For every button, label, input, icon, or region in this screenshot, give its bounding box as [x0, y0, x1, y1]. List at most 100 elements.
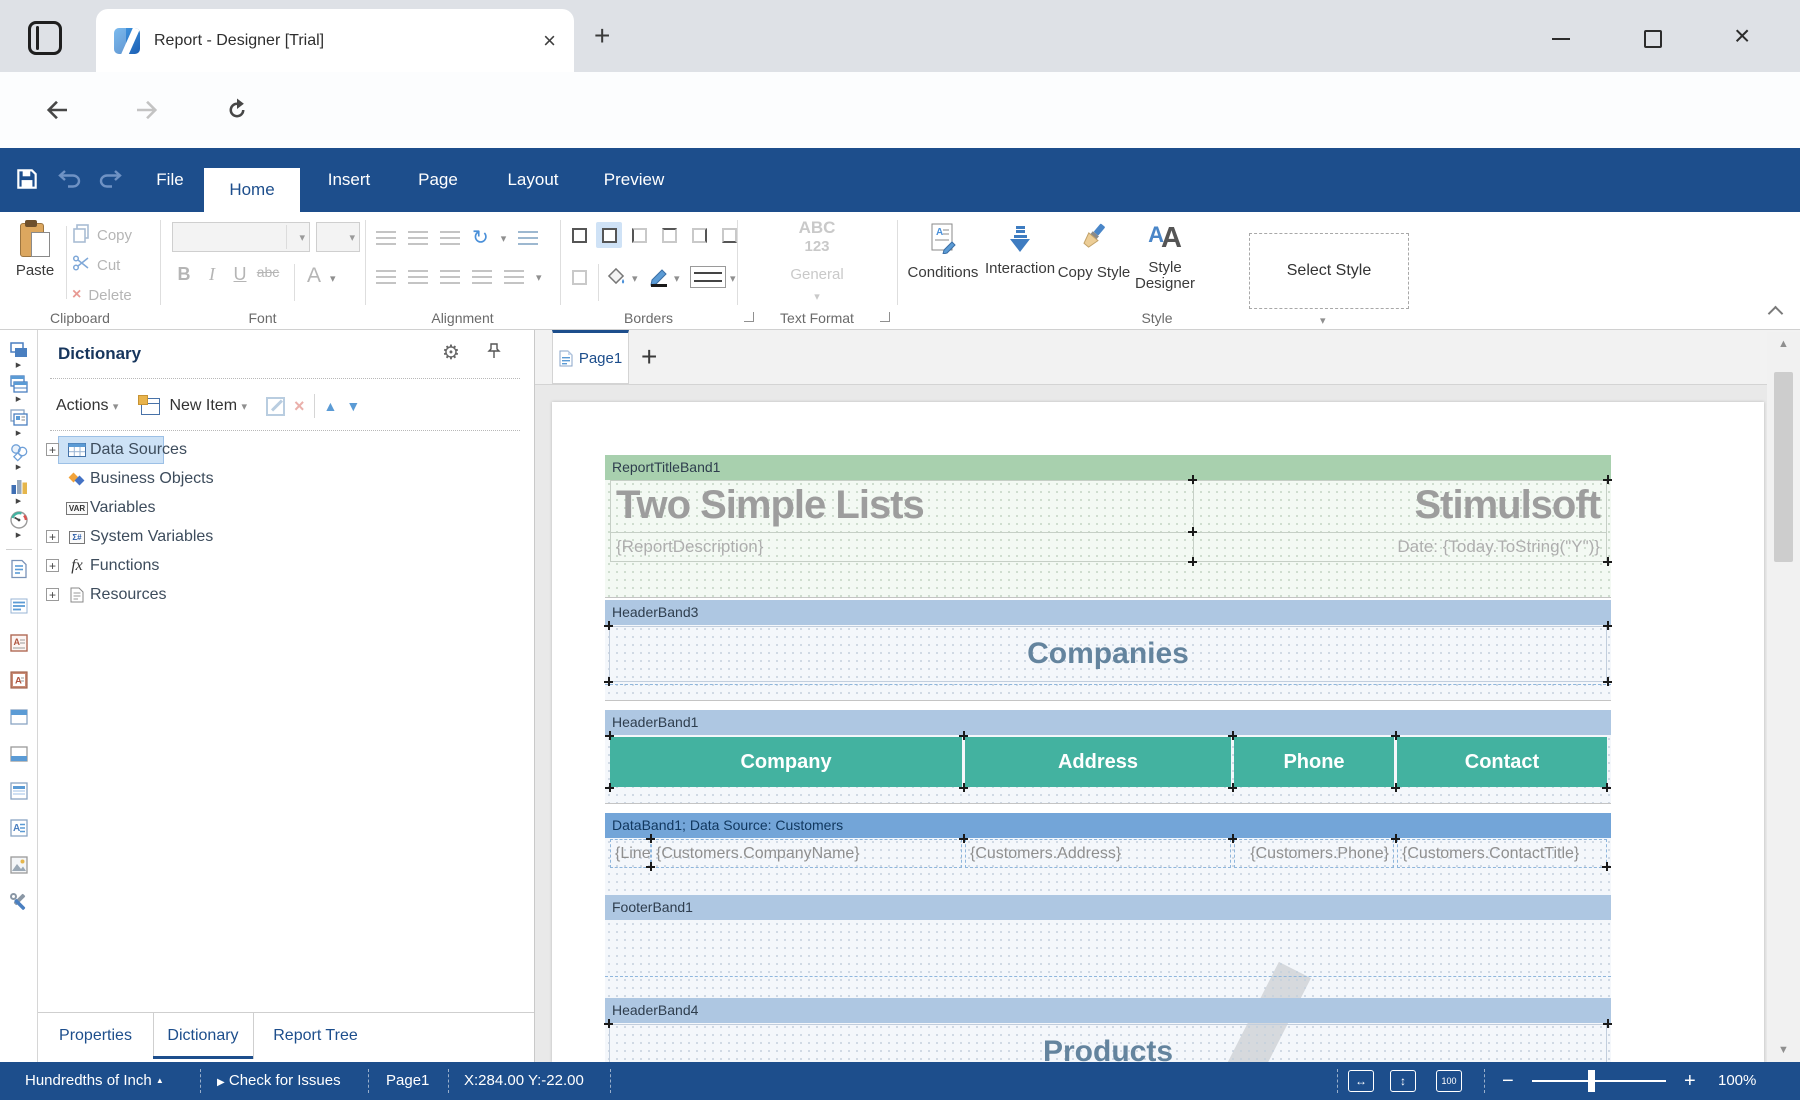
move-up-icon[interactable]: ▲ — [324, 398, 338, 414]
panel-top-component-icon[interactable] — [9, 707, 29, 732]
zoom-100-button[interactable]: 100 — [1436, 1070, 1462, 1092]
align-left-icon[interactable] — [376, 270, 396, 284]
vertical-scrollbar[interactable]: ▲ ▼ — [1767, 332, 1800, 1062]
border-style-icon[interactable] — [690, 266, 726, 288]
tools-icon[interactable] — [9, 892, 29, 917]
zoom-slider-thumb[interactable] — [1588, 1070, 1595, 1092]
resize-handle[interactable] — [959, 783, 968, 792]
resize-handle[interactable] — [1603, 621, 1612, 630]
cell-company-name[interactable]: {Customers.CompanyName} — [651, 839, 962, 868]
resize-handle[interactable] — [604, 677, 613, 686]
cut-button[interactable]: Cut — [72, 252, 120, 278]
delete-button[interactable]: × Delete — [72, 282, 132, 308]
column-header-contact[interactable]: Contact — [1397, 737, 1607, 787]
band-header[interactable]: FooterBand1 — [605, 895, 1611, 920]
tree-item-resources[interactable]: + Resources — [38, 581, 534, 609]
rich-text-component-icon[interactable]: A — [9, 633, 29, 658]
border-all-button[interactable] — [566, 222, 592, 248]
insert-gauge-button[interactable]: ▶ — [9, 510, 29, 539]
resize-handle[interactable] — [1188, 527, 1197, 536]
new-tab-button[interactable]: + — [594, 22, 610, 50]
align-center-icon[interactable] — [408, 270, 428, 284]
zoom-in-button[interactable]: + — [1684, 1062, 1696, 1100]
resize-handle[interactable] — [959, 731, 968, 740]
band-header[interactable]: ReportTitleBand1 — [605, 455, 1611, 480]
line-spacing-icon[interactable] — [504, 270, 524, 284]
forward-icon[interactable] — [132, 95, 162, 125]
border-right-button[interactable] — [686, 222, 712, 248]
panel-component-icon[interactable] — [9, 744, 29, 769]
resize-handle[interactable] — [1188, 557, 1197, 566]
font-color-button[interactable]: A — [302, 264, 326, 288]
expander-icon[interactable]: + — [46, 588, 59, 601]
report-date-text[interactable]: Date: {Today.ToString("Y")} — [1193, 532, 1607, 562]
zoom-slider-track[interactable] — [1532, 1080, 1666, 1082]
italic-button[interactable]: I — [200, 264, 224, 285]
fit-page-width-button[interactable]: ↔ — [1348, 1070, 1374, 1092]
column-header-address[interactable]: Address — [965, 737, 1231, 787]
resize-handle[interactable] — [1603, 475, 1612, 484]
insert-shapes-button[interactable]: ▶ — [9, 442, 29, 471]
check-for-issues-button[interactable]: ▶ Check for Issues — [217, 1062, 341, 1100]
new-item-dropdown[interactable]: New Item ▾ — [169, 397, 247, 415]
fit-page-height-button[interactable]: ↕ — [1390, 1070, 1416, 1092]
settings-gear-icon[interactable]: ⚙ — [442, 340, 460, 365]
back-icon[interactable] — [42, 95, 72, 125]
line-spacing-dropdown-icon[interactable]: ▾ — [536, 271, 542, 284]
tab-dictionary[interactable]: Dictionary — [153, 1013, 253, 1059]
style-designer-button[interactable]: AA Style Designer — [1133, 222, 1197, 292]
band-header[interactable]: HeaderBand1 — [605, 710, 1611, 735]
cell-address[interactable]: {Customers.Address} — [965, 839, 1231, 868]
resize-handle[interactable] — [1391, 834, 1400, 843]
close-window-button[interactable]: × — [1734, 22, 1750, 50]
resize-handle[interactable] — [604, 1019, 613, 1028]
resize-handle[interactable] — [1603, 1019, 1612, 1028]
add-page-button[interactable]: + — [641, 341, 657, 373]
save-icon[interactable] — [14, 166, 40, 197]
header-band4[interactable]: HeaderBand4 Products — [604, 998, 1612, 1062]
tree-item-functions[interactable]: + fx Functions — [38, 552, 534, 580]
border-color-dropdown-icon[interactable]: ▾ — [674, 272, 680, 285]
units-dropdown[interactable]: Hundredths of Inch ▲ — [25, 1062, 164, 1100]
header-band3[interactable]: HeaderBand3 Companies — [604, 600, 1612, 701]
cell-contact-title[interactable]: {Customers.ContactTitle} — [1397, 839, 1607, 868]
band-header[interactable]: HeaderBand3 — [605, 600, 1611, 625]
table-component-icon[interactable] — [9, 781, 29, 806]
resize-handle[interactable] — [1188, 475, 1197, 484]
footer-band[interactable]: FooterBand1 — [605, 895, 1611, 999]
text-in-cells-component-icon[interactable]: A — [9, 818, 29, 843]
resize-handle[interactable] — [605, 731, 614, 740]
cell-line[interactable]: {Line} — [610, 839, 651, 868]
browser-tab[interactable]: Report - Designer [Trial] × — [96, 9, 574, 72]
scroll-down-icon[interactable]: ▼ — [1767, 1044, 1800, 1056]
data-band[interactable]: DataBand1; Data Source: Customers {Line}… — [605, 813, 1611, 901]
expander-icon[interactable]: + — [46, 559, 59, 572]
companies-title[interactable]: Companies — [609, 626, 1607, 682]
ribbon-tab-file[interactable]: File — [140, 148, 200, 212]
copy-style-button[interactable]: Copy Style — [1057, 222, 1131, 281]
tree-item-variables[interactable]: VAR Variables — [38, 494, 534, 522]
interaction-button[interactable]: Interaction — [985, 222, 1055, 277]
page1-tab[interactable]: Page1 — [552, 330, 629, 384]
zoom-out-button[interactable]: − — [1502, 1062, 1514, 1100]
bold-button[interactable]: B — [172, 264, 196, 285]
resize-handle[interactable] — [1228, 731, 1237, 740]
delete-item-icon[interactable]: × — [294, 396, 305, 417]
text-format-dropdown-icon[interactable]: ▾ — [737, 290, 897, 303]
undo-icon[interactable] — [56, 166, 84, 197]
report-description-text[interactable]: {ReportDescription} — [610, 532, 1194, 562]
border-none-button[interactable] — [566, 264, 592, 290]
text-lines-component-icon[interactable] — [9, 596, 29, 621]
tree-item-business-objects[interactable]: Business Objects — [38, 465, 534, 493]
brand-text[interactable]: Stimulsoft — [1193, 480, 1607, 533]
resize-handle[interactable] — [1228, 783, 1237, 792]
resize-handle[interactable] — [1228, 834, 1237, 843]
maximize-button[interactable] — [1644, 30, 1662, 48]
align-middle-icon[interactable] — [408, 231, 428, 245]
copy-button[interactable]: Copy — [72, 222, 132, 248]
insert-chart-button[interactable]: ▶ — [9, 476, 29, 505]
pin-icon[interactable] — [486, 342, 502, 365]
font-size-select[interactable]: ▾ — [316, 222, 360, 252]
border-style-dropdown-icon[interactable]: ▾ — [730, 272, 736, 285]
insert-cross-bands-button[interactable]: ▶ — [9, 374, 29, 403]
